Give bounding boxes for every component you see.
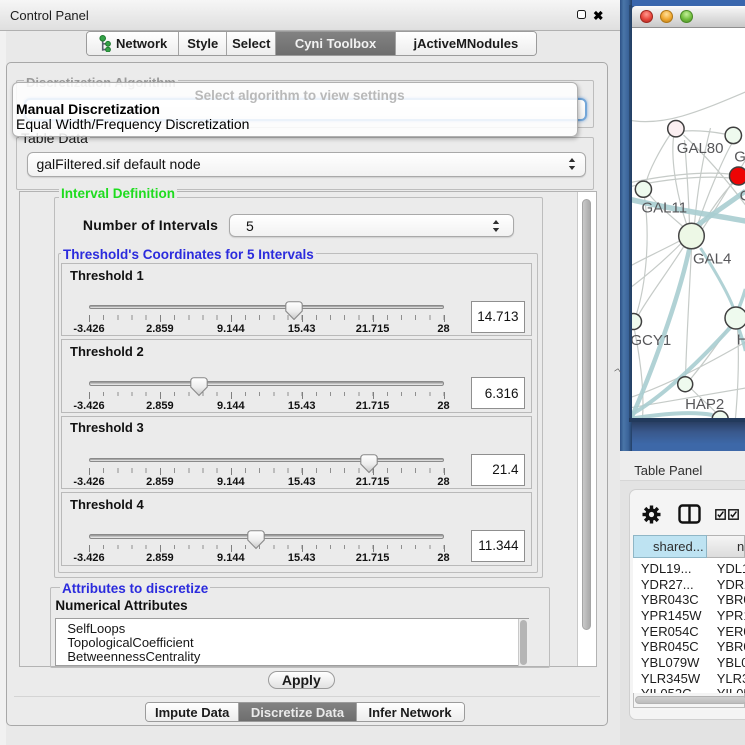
svg-text:C: C bbox=[739, 188, 745, 205]
svg-text:GAL11: GAL11 bbox=[641, 200, 687, 217]
svg-text:H: H bbox=[736, 332, 745, 349]
svg-text:HAP2: HAP2 bbox=[685, 396, 724, 413]
svg-text:GAL4: GAL4 bbox=[693, 251, 731, 268]
svg-text:GCY1: GCY1 bbox=[632, 332, 671, 349]
svg-text:GAL80: GAL80 bbox=[676, 140, 723, 157]
svg-text:GAL: GAL bbox=[734, 149, 745, 166]
